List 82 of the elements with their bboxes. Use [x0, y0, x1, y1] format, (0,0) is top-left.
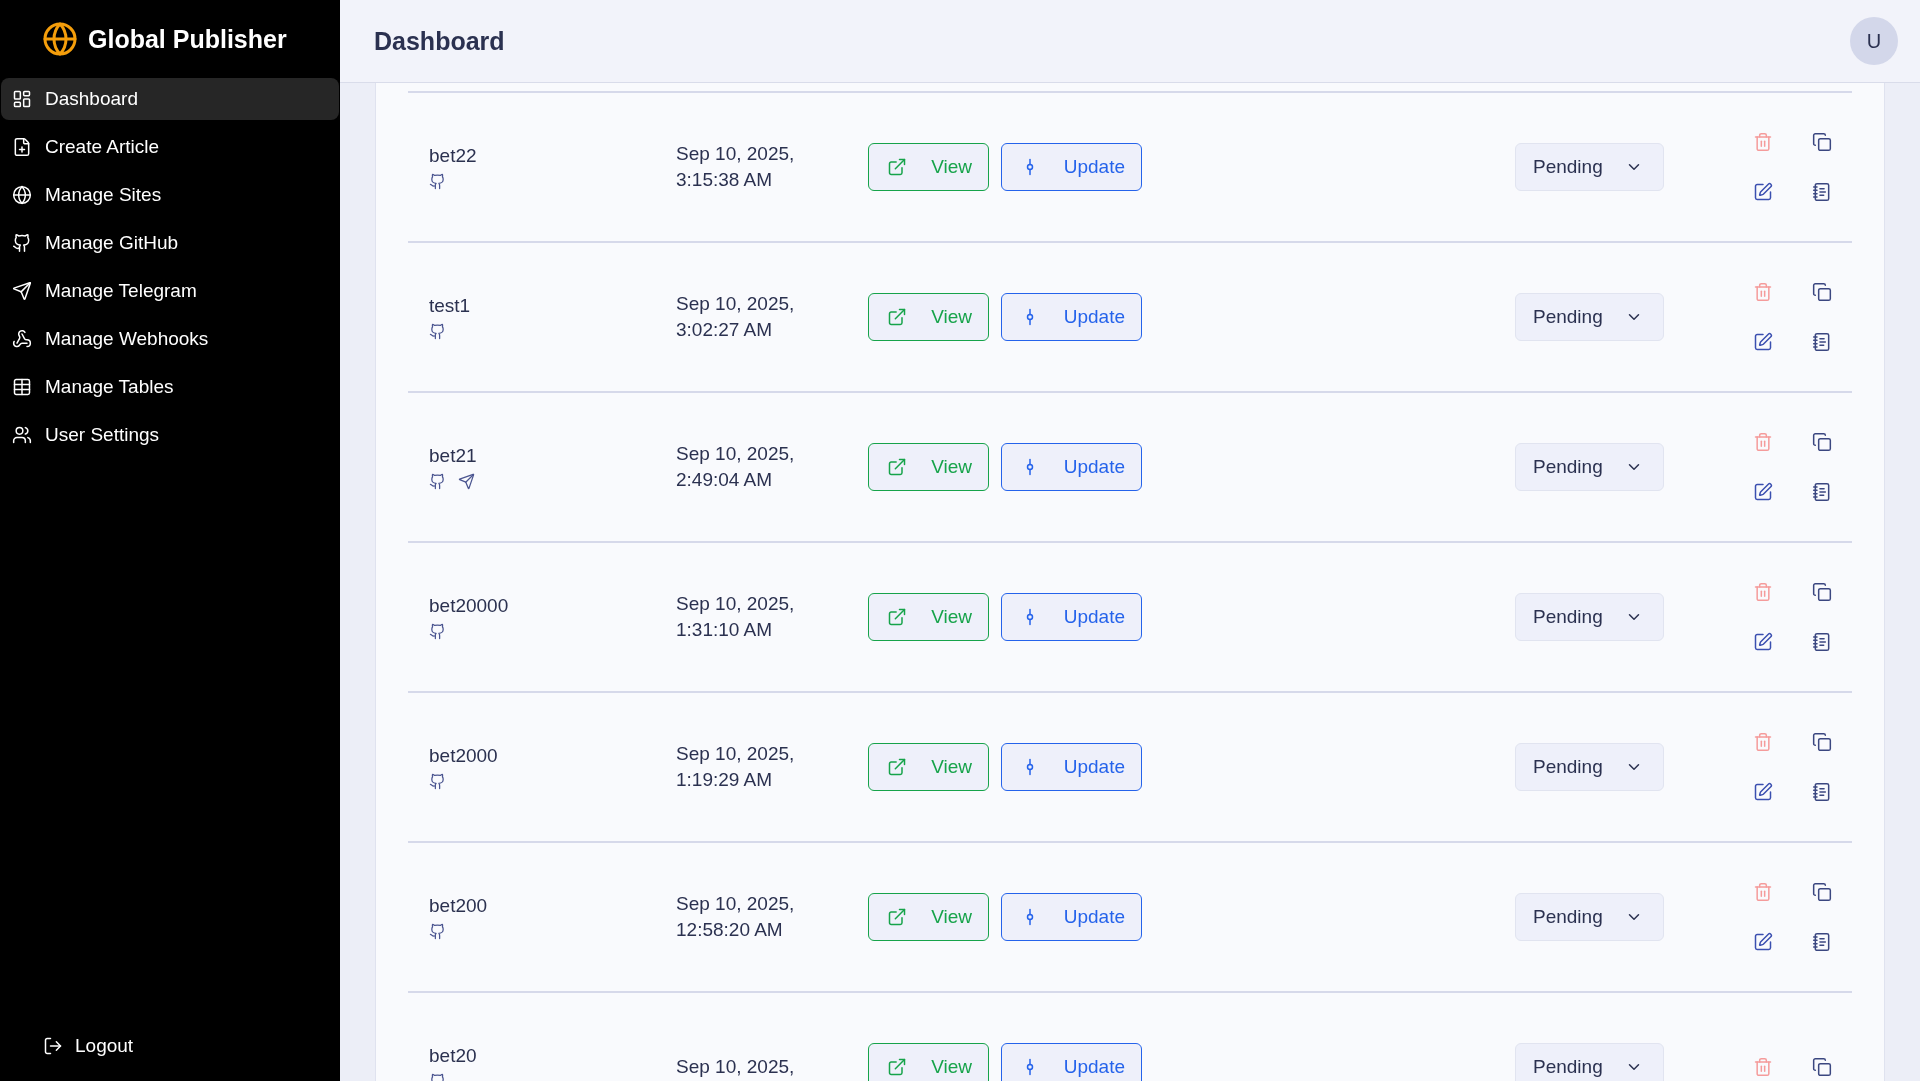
- article-date: Sep 10, 2025, 12:58:20 AM: [676, 892, 796, 942]
- status-dropdown[interactable]: Pending: [1515, 1043, 1664, 1081]
- external-link-icon: [887, 157, 907, 177]
- sidebar-item[interactable]: Manage Webhooks: [1, 318, 339, 360]
- copy-icon[interactable]: [1812, 132, 1832, 152]
- notebook-icon[interactable]: [1812, 332, 1832, 352]
- copy-icon[interactable]: [1812, 432, 1832, 452]
- edit-icon[interactable]: [1753, 482, 1773, 502]
- external-link-icon: [887, 1057, 907, 1077]
- status-dropdown[interactable]: Pending: [1515, 443, 1664, 491]
- update-button[interactable]: Update: [1001, 1043, 1142, 1081]
- article-date: Sep 10, 2025, 3:02:27 AM: [676, 292, 796, 342]
- notebook-icon[interactable]: [1812, 632, 1832, 652]
- edit-icon[interactable]: [1753, 182, 1773, 202]
- update-button[interactable]: Update: [1001, 443, 1142, 491]
- sidebar-item[interactable]: Manage Sites: [1, 174, 339, 216]
- notebook-icon[interactable]: [1812, 182, 1832, 202]
- copy-icon[interactable]: [1812, 1057, 1832, 1077]
- github-icon: [429, 922, 446, 940]
- github-icon: [429, 322, 446, 340]
- article-name: bet2000: [429, 744, 499, 767]
- external-link-icon: [887, 457, 907, 477]
- update-button[interactable]: Update: [1001, 893, 1142, 941]
- notebook-icon[interactable]: [1812, 932, 1832, 952]
- article-date: Sep 10, 2025, 3:15:38 AM: [676, 142, 796, 192]
- article-name: bet22: [429, 144, 478, 167]
- status-dropdown[interactable]: Pending: [1515, 293, 1664, 341]
- status-dropdown[interactable]: Pending: [1515, 743, 1664, 791]
- article-name: bet20: [429, 1044, 478, 1067]
- update-button[interactable]: Update: [1001, 593, 1142, 641]
- external-link-icon: [887, 757, 907, 777]
- github-icon: [429, 622, 446, 640]
- file-plus-icon: [12, 137, 32, 157]
- logout-link[interactable]: Logout: [0, 1035, 340, 1057]
- table-icon: [12, 377, 32, 397]
- logo-icon: [42, 21, 78, 57]
- update-button[interactable]: Update: [1001, 743, 1142, 791]
- brand-name: Global Publisher: [88, 24, 287, 54]
- update-button[interactable]: Update: [1001, 143, 1142, 191]
- article-date: Sep 10, 2025, 2:49:04 AM: [676, 442, 796, 492]
- article-name: bet200: [429, 894, 489, 917]
- copy-icon[interactable]: [1812, 582, 1832, 602]
- github-icon: [429, 772, 446, 790]
- edit-icon[interactable]: [1753, 632, 1773, 652]
- github-icon: [429, 472, 446, 490]
- notebook-icon[interactable]: [1812, 782, 1832, 802]
- status-dropdown[interactable]: Pending: [1515, 143, 1664, 191]
- sidebar-item[interactable]: Manage Tables: [1, 366, 339, 408]
- user-avatar[interactable]: U: [1850, 17, 1898, 65]
- sidebar-item[interactable]: Create Article: [1, 126, 339, 168]
- copy-icon[interactable]: [1812, 732, 1832, 752]
- globe-icon: [12, 185, 32, 205]
- article-date: Sep 10, 2025,: [676, 1055, 796, 1079]
- logout-icon: [43, 1036, 63, 1056]
- article-name: bet21: [429, 444, 478, 467]
- page-title: Dashboard: [374, 26, 505, 56]
- edit-icon[interactable]: [1753, 782, 1773, 802]
- article-name: bet20000: [429, 594, 510, 617]
- notebook-icon[interactable]: [1812, 482, 1832, 502]
- article-name: test1: [429, 294, 472, 317]
- edit-icon[interactable]: [1753, 332, 1773, 352]
- external-link-icon: [887, 607, 907, 627]
- github-icon: [12, 233, 32, 253]
- status-dropdown[interactable]: Pending: [1515, 593, 1664, 641]
- article-date: Sep 10, 2025, 1:19:29 AM: [676, 742, 796, 792]
- status-dropdown[interactable]: Pending: [1515, 893, 1664, 941]
- paper-plane-icon: [12, 281, 32, 301]
- sidebar-item[interactable]: Dashboard: [1, 78, 339, 120]
- copy-icon[interactable]: [1812, 282, 1832, 302]
- update-button[interactable]: Update: [1001, 293, 1142, 341]
- webhook-icon: [12, 329, 32, 349]
- github-icon: [429, 172, 446, 190]
- copy-icon[interactable]: [1812, 882, 1832, 902]
- external-link-icon: [887, 307, 907, 327]
- dashboard-icon: [12, 89, 32, 109]
- sidebar-item[interactable]: User Settings: [1, 414, 339, 456]
- external-link-icon: [887, 907, 907, 927]
- edit-icon[interactable]: [1753, 932, 1773, 952]
- sidebar-item[interactable]: Manage GitHub: [1, 222, 339, 264]
- article-date: Sep 10, 2025, 1:31:10 AM: [676, 592, 796, 642]
- users-icon: [12, 425, 32, 445]
- sidebar-item[interactable]: Manage Telegram: [1, 270, 339, 312]
